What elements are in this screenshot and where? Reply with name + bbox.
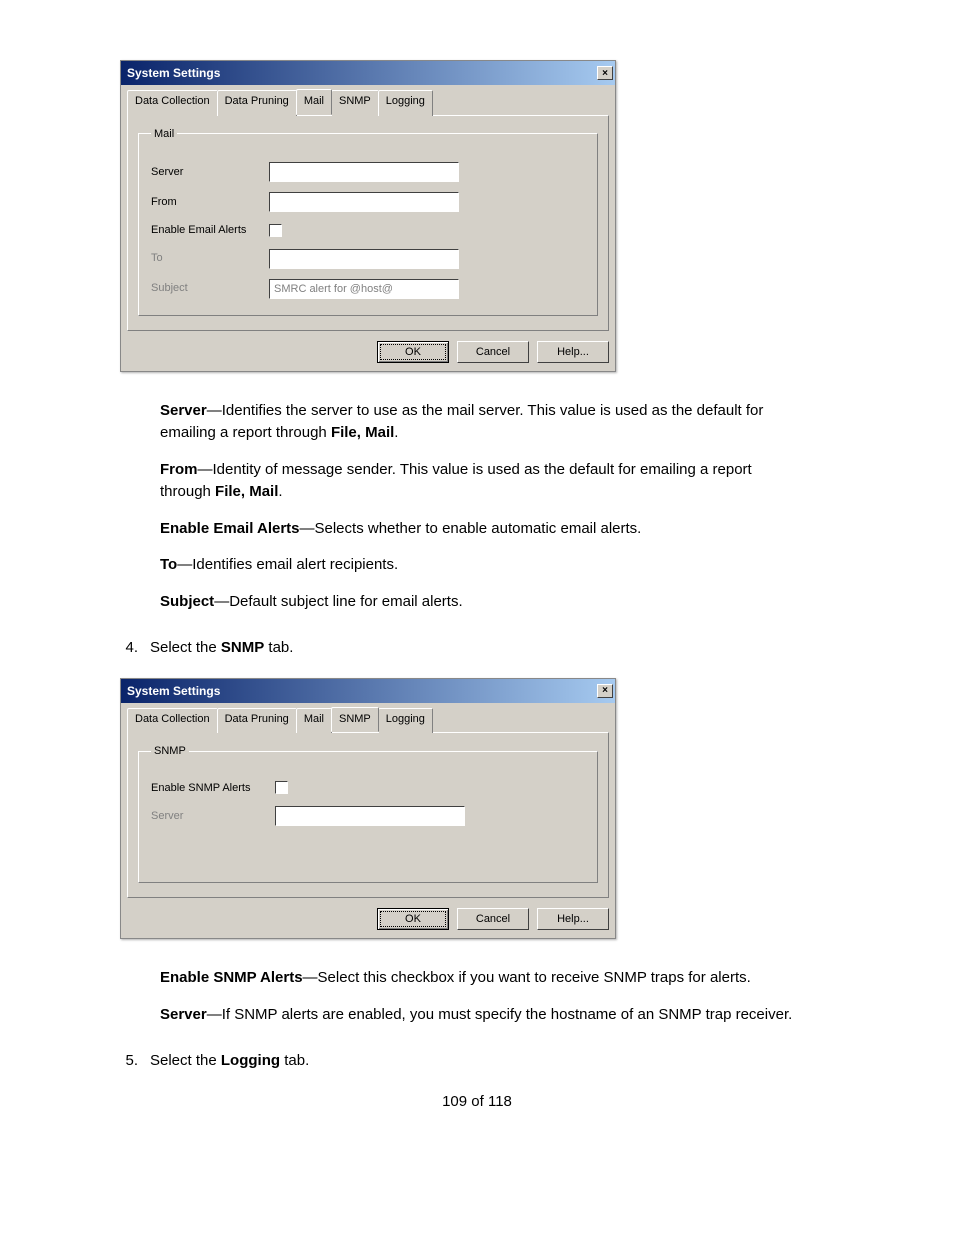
snmp-group: SNMP Enable SNMP Alerts Server (138, 743, 598, 883)
tabstrip: Data Collection Data Pruning Mail SNMP L… (127, 90, 609, 116)
tabpanel-snmp: SNMP Enable SNMP Alerts Server (127, 732, 609, 898)
from-label: From (151, 194, 269, 211)
mail-field-descriptions: Server—Identifies the server to use as t… (160, 400, 800, 614)
ok-button[interactable]: OK (377, 908, 449, 930)
tabstrip: Data Collection Data Pruning Mail SNMP L… (127, 708, 609, 734)
tab-data-pruning[interactable]: Data Pruning (217, 90, 297, 116)
tab-logging[interactable]: Logging (378, 708, 433, 734)
help-button[interactable]: Help... (537, 908, 609, 930)
tab-mail[interactable]: Mail (296, 708, 332, 734)
step-4-text: Select the SNMP tab. (150, 637, 293, 660)
desc-server: Server—Identifies the server to use as t… (160, 400, 800, 445)
dialog-button-row: OK Cancel Help... (127, 908, 609, 930)
from-input[interactable] (269, 192, 459, 212)
step-5-text: Select the Logging tab. (150, 1050, 309, 1073)
ok-button[interactable]: OK (377, 341, 449, 363)
server-label: Server (151, 808, 275, 825)
desc-enable-snmp-alerts: Enable SNMP Alerts—Select this checkbox … (160, 967, 800, 990)
step-5: 5. Select the Logging tab. (120, 1050, 834, 1073)
desc-snmp-server: Server—If SNMP alerts are enabled, you m… (160, 1004, 800, 1027)
to-input[interactable] (269, 249, 459, 269)
cancel-button[interactable]: Cancel (457, 908, 529, 930)
tab-data-collection[interactable]: Data Collection (127, 90, 218, 116)
tabpanel-mail: Mail Server From Enable Email Alerts To (127, 115, 609, 331)
close-icon[interactable]: × (597, 684, 613, 698)
desc-subject: Subject—Default subject line for email a… (160, 591, 800, 614)
enable-snmp-alerts-label: Enable SNMP Alerts (151, 780, 275, 797)
tab-data-pruning[interactable]: Data Pruning (217, 708, 297, 734)
server-label: Server (151, 164, 269, 181)
subject-input[interactable] (269, 279, 459, 299)
to-label: To (151, 250, 269, 267)
desc-to: To—Identifies email alert recipients. (160, 554, 800, 577)
tab-data-collection[interactable]: Data Collection (127, 708, 218, 734)
dialog-button-row: OK Cancel Help... (127, 341, 609, 363)
mail-group: Mail Server From Enable Email Alerts To (138, 126, 598, 316)
tab-mail[interactable]: Mail (296, 89, 332, 115)
enable-email-alerts-label: Enable Email Alerts (151, 222, 269, 239)
server-input[interactable] (269, 162, 459, 182)
snmp-server-input[interactable] (275, 806, 465, 826)
page-number: 109 of 118 (120, 1091, 834, 1114)
step-5-number: 5. (120, 1050, 150, 1073)
snmp-group-legend: SNMP (151, 743, 189, 760)
enable-snmp-alerts-checkbox[interactable] (275, 781, 288, 794)
enable-email-alerts-checkbox[interactable] (269, 224, 282, 237)
dialog-titlebar: System Settings × (121, 61, 615, 85)
step-4-number: 4. (120, 637, 150, 660)
close-icon[interactable]: × (597, 66, 613, 80)
desc-from: From—Identity of message sender. This va… (160, 459, 800, 504)
dialog-titlebar: System Settings × (121, 679, 615, 703)
help-button[interactable]: Help... (537, 341, 609, 363)
snmp-field-descriptions: Enable SNMP Alerts—Select this checkbox … (160, 967, 800, 1026)
desc-enable-email-alerts: Enable Email Alerts—Selects whether to e… (160, 518, 800, 541)
dialog-title: System Settings (127, 682, 220, 700)
tab-snmp[interactable]: SNMP (331, 90, 379, 116)
step-4: 4. Select the SNMP tab. (120, 637, 834, 660)
cancel-button[interactable]: Cancel (457, 341, 529, 363)
system-settings-dialog-mail: System Settings × Data Collection Data P… (120, 60, 616, 372)
dialog-title: System Settings (127, 64, 220, 82)
tab-snmp[interactable]: SNMP (331, 707, 379, 733)
mail-group-legend: Mail (151, 126, 177, 143)
tab-logging[interactable]: Logging (378, 90, 433, 116)
subject-label: Subject (151, 280, 269, 297)
system-settings-dialog-snmp: System Settings × Data Collection Data P… (120, 678, 616, 940)
